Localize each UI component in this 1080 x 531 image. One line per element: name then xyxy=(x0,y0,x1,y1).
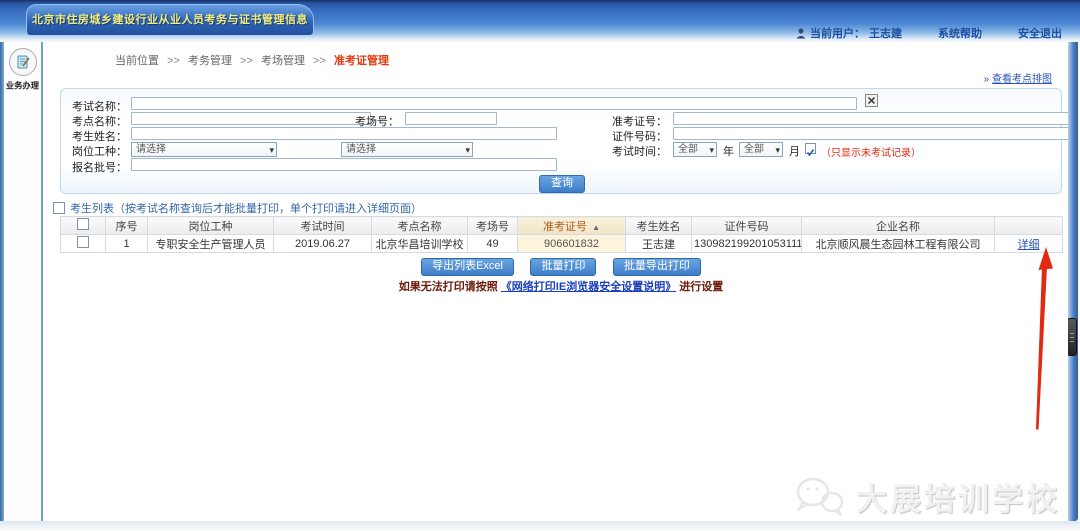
cell-site: 北京华昌培训学校 xyxy=(372,235,468,253)
breadcrumb-prefix: 当前位置 xyxy=(115,55,159,67)
current-user-name: 王志建 xyxy=(869,25,902,41)
batch-no-input[interactable] xyxy=(131,158,557,171)
exam-name-input[interactable] xyxy=(131,97,857,110)
breadcrumb-current: 准考证管理 xyxy=(334,55,389,67)
current-user-prefix: 当前用户： xyxy=(810,25,865,41)
system-help-link[interactable]: 系统帮助 xyxy=(938,25,982,41)
system-title: 北京市住房城乡建设行业从业人员考务与证书管理信息系统 xyxy=(26,4,314,35)
cell-ticket-no: 906601832 xyxy=(518,235,626,253)
batch-export-print-button[interactable]: 批量导出打印 xyxy=(613,258,701,276)
sidebar-item-label: 业务办理 xyxy=(5,80,39,92)
cell-room: 49 xyxy=(468,235,518,253)
col-company: 企业名称 xyxy=(802,217,995,235)
table-row: 1 专职安全生产管理人员 2019.06.27 北京华昌培训学校 49 9066… xyxy=(61,235,1063,253)
view-site-layout-link[interactable]: » 查看考点排图 xyxy=(984,70,1052,85)
cell-name: 王志建 xyxy=(626,235,692,253)
col-exam-date: 考试时间 xyxy=(274,217,372,235)
watermark-text: 大展培训学校 xyxy=(856,474,1060,519)
batch-no-label: 报名批号： xyxy=(65,159,127,175)
month-unit-label: 月 xyxy=(789,143,800,159)
only-unexamined-note: （只显示未考试记录） xyxy=(821,144,921,159)
exam-name-label: 考试名称： xyxy=(65,98,127,114)
job-type-select-2[interactable]: 请选择 xyxy=(341,142,473,157)
sort-asc-icon: ▲ xyxy=(592,223,600,232)
cell-job-type: 专职安全生产管理人员 xyxy=(148,235,274,253)
candidate-list-header: 考生列表（按考试名称查询后才能批量打印，单个打印请进入详细页面） xyxy=(53,200,422,216)
cell-company: 北京顺风晨生态园林工程有限公司 xyxy=(802,235,995,253)
breadcrumb: 当前位置 >> 考务管理 >> 考场管理 >> 准考证管理 xyxy=(115,52,389,68)
cell-seq: 1 xyxy=(106,235,148,253)
detail-link[interactable]: 详细 xyxy=(1018,239,1040,251)
col-site: 考点名称 xyxy=(372,217,468,235)
clear-exam-name-button[interactable] xyxy=(865,94,878,107)
breadcrumb-item-kaochang[interactable]: 考场管理 xyxy=(261,55,305,67)
ticket-no-input[interactable] xyxy=(673,112,1068,125)
select-all-checkbox[interactable] xyxy=(77,218,89,230)
exam-year-select[interactable]: 全部 xyxy=(673,142,717,157)
table-header-row: 序号 岗位工种 考试时间 考点名称 考场号 准考证号 ▲ 考生姓名 证件号码 企… xyxy=(61,217,1063,235)
job-type-label: 岗位工种： xyxy=(65,143,127,159)
logout-link[interactable]: 安全退出 xyxy=(1018,25,1062,41)
window-right-border xyxy=(1068,42,1078,521)
current-user: 当前用户： 王志建 xyxy=(796,25,902,41)
exam-month-select[interactable]: 全部 xyxy=(739,142,783,157)
room-no-input[interactable] xyxy=(405,112,497,125)
cell-exam-date: 2019.06.27 xyxy=(274,235,372,253)
user-icon xyxy=(796,28,806,39)
scrollbar-thumb[interactable] xyxy=(1067,318,1077,356)
id-no-label: 证件号码： xyxy=(607,128,667,144)
sidebar-item-business[interactable]: 业务办理 xyxy=(4,42,41,92)
batch-print-button[interactable]: 批量打印 xyxy=(530,258,596,276)
search-panel: 考试名称： 考点名称： 考场号： 准考证号： 考生姓名： 证件号码： 岗位工种：… xyxy=(60,88,1062,194)
cell-id-no: 130982199201053111 xyxy=(692,235,802,253)
site-name-input[interactable] xyxy=(131,112,371,125)
header-checkbox-cell xyxy=(61,217,106,235)
sidebar: 业务办理 xyxy=(4,42,43,521)
business-doc-icon xyxy=(9,48,37,76)
app-window: 北京市住房城乡建设行业从业人员考务与证书管理信息系统 当前用户： 王志建 系统帮… xyxy=(0,0,1080,531)
job-type-select-1[interactable]: 请选择 xyxy=(131,142,277,157)
site-name-label: 考点名称： xyxy=(65,113,127,129)
table-actions: 导出列表Excel 批量打印 批量导出打印 xyxy=(60,256,1062,276)
search-button[interactable]: 查询 xyxy=(539,175,585,193)
ticket-no-label: 准考证号： xyxy=(607,113,667,129)
close-icon xyxy=(868,97,875,104)
col-name: 考生姓名 xyxy=(626,217,692,235)
id-no-input[interactable] xyxy=(673,127,1068,140)
main-content: 当前位置 >> 考务管理 >> 考场管理 >> 准考证管理 » 查看考点排图 考… xyxy=(43,42,1068,521)
only-unexamined-checkbox[interactable] xyxy=(805,143,816,154)
export-excel-button[interactable]: 导出列表Excel xyxy=(421,258,514,276)
candidate-list-title: 考生列表（按考试名称查询后才能批量打印，单个打印请进入详细页面） xyxy=(70,200,422,216)
candidate-name-input[interactable] xyxy=(131,127,557,140)
col-ticket-no-sorted[interactable]: 准考证号 ▲ xyxy=(518,217,626,235)
candidate-table: 序号 岗位工种 考试时间 考点名称 考场号 准考证号 ▲ 考生姓名 证件号码 企… xyxy=(60,216,1063,253)
col-room: 考场号 xyxy=(468,217,518,235)
col-job-type: 岗位工种 xyxy=(148,217,274,235)
col-id-no: 证件号码 xyxy=(692,217,802,235)
year-unit-label: 年 xyxy=(723,143,734,159)
window-bottom-border xyxy=(0,521,1080,531)
check-icon xyxy=(806,148,815,157)
col-seq: 序号 xyxy=(106,217,148,235)
ie-settings-link[interactable]: 《网络打印IE浏览器安全设置说明》 xyxy=(501,281,676,293)
list-title-checkbox[interactable] xyxy=(53,202,65,214)
watermark: 大展培训学校 xyxy=(794,474,1060,519)
candidate-name-label: 考生姓名： xyxy=(65,128,127,144)
title-bar: 北京市住房城乡建设行业从业人员考务与证书管理信息系统 当前用户： 王志建 系统帮… xyxy=(0,0,1080,42)
breadcrumb-item-kaowu[interactable]: 考务管理 xyxy=(188,55,232,67)
print-notice: 如果无法打印请按照 《网络打印IE浏览器安全设置说明》 进行设置 xyxy=(60,278,1062,294)
wechat-logo-icon xyxy=(794,475,846,519)
row-checkbox[interactable] xyxy=(77,236,89,248)
exam-time-label: 考试时间： xyxy=(607,143,667,159)
user-strip: 当前用户： 王志建 系统帮助 安全退出 xyxy=(796,25,1062,41)
col-actions xyxy=(995,217,1063,235)
